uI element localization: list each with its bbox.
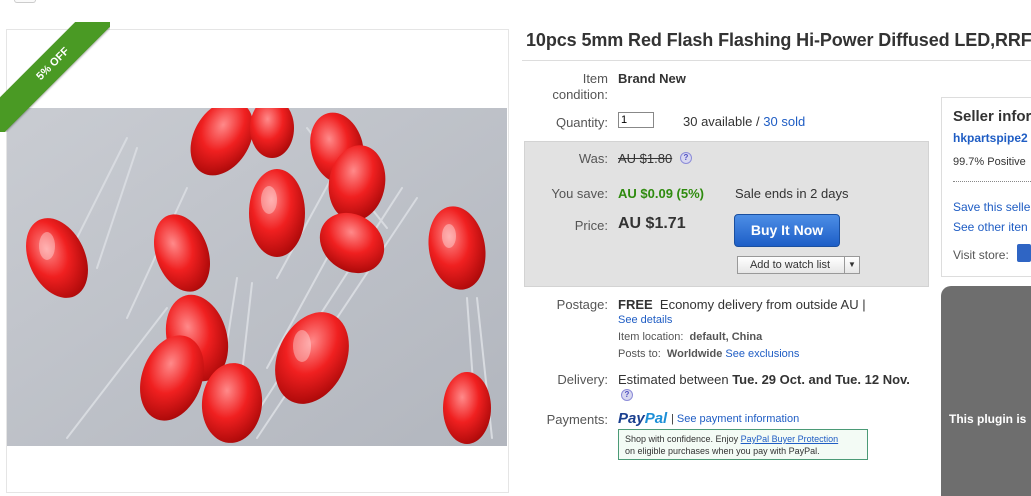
item-location: Item location: default, China [618, 331, 762, 343]
title-divider [522, 60, 1031, 61]
postage-value: FREE Economy delivery from outside AU | [618, 297, 866, 312]
quantity-input[interactable] [618, 112, 654, 128]
protection-line2: on eligible purchases when you pay with … [625, 446, 820, 456]
posts-to-label: Posts to: [618, 348, 661, 360]
delivery-dates: Tue. 29 Oct. and Tue. 12 Nov. [732, 372, 910, 387]
led-photo [7, 108, 507, 446]
save-seller-link[interactable]: Save this selle [953, 200, 1030, 214]
available-count: 30 available [683, 114, 753, 129]
quantity-label: Quantity: [555, 115, 608, 130]
postage-desc: Economy delivery from outside AU | [659, 297, 866, 312]
protection-prefix: Shop with confidence. Enjoy [625, 434, 739, 444]
condition-label-line2: condition: [552, 87, 608, 102]
condition-value: Brand New [618, 71, 686, 86]
availability-separator: / [756, 114, 760, 129]
payment-info: | See payment information [671, 413, 799, 425]
watch-list-label[interactable]: Add to watch list [738, 257, 842, 273]
watch-list-button[interactable]: Add to watch list ▼ [737, 256, 860, 274]
delivery-prefix: Estimated between [618, 372, 729, 387]
price-label: Price: [574, 218, 608, 233]
current-price: AU $1.71 [618, 215, 686, 232]
posts-to: Posts to: Worldwide See exclusions [618, 348, 799, 360]
postage-cost: FREE [618, 297, 653, 312]
delivery-help-icon[interactable]: ? [621, 389, 633, 401]
delivery-label: Delivery: [557, 372, 608, 387]
was-price: AU $1.80 [618, 151, 673, 166]
plugin-placeholder[interactable] [941, 286, 1031, 496]
discount-badge: 5% OFF [0, 22, 110, 132]
sale-ends-text: Sale ends in 2 days [735, 186, 849, 201]
buy-it-now-button[interactable]: Buy It Now [734, 214, 840, 247]
help-icon[interactable]: ? [680, 152, 692, 164]
see-details-link[interactable]: See details [618, 314, 672, 326]
store-icon[interactable] [1017, 244, 1031, 262]
postage-label: Postage: [556, 297, 608, 312]
was-label: Was: [578, 151, 608, 166]
quantity-availability: 30 available / 30 sold [683, 114, 805, 129]
payment-separator: | [671, 413, 674, 425]
product-image[interactable] [7, 108, 507, 446]
seller-feedback: 99.7% Positive [953, 156, 1026, 168]
top-tab [14, 0, 36, 3]
protection-line1: Shop with confidence. Enjoy PayPal Buyer… [619, 430, 867, 445]
buyer-protection-link[interactable]: PayPal Buyer Protection [741, 434, 839, 444]
you-save-value: AU $0.09 (5%) [618, 186, 704, 201]
discount-ribbon: 5% OFF [0, 22, 110, 132]
payments-label: Payments: [546, 412, 608, 427]
paypal-logo-part1: Pay [618, 410, 645, 427]
other-items-link[interactable]: See other iten [953, 220, 1028, 234]
see-exclusions-link[interactable]: See exclusions [725, 348, 799, 360]
visit-store-label: Visit store: [953, 248, 1009, 262]
listing-title: 10pcs 5mm Red Flash Flashing Hi-Power Di… [526, 30, 1031, 50]
condition-label-line1: Item [582, 71, 608, 86]
dropdown-arrow-icon[interactable]: ▼ [844, 257, 859, 273]
plugin-message: This plugin is [949, 412, 1027, 426]
paypal-logo: PayPal [618, 410, 667, 427]
posts-to-value: Worldwide [666, 348, 723, 360]
seller-divider [953, 181, 1031, 182]
paypal-logo-part2: Pal [644, 410, 668, 427]
payment-info-link[interactable]: See payment information [677, 413, 799, 425]
sold-link[interactable]: 30 sold [763, 114, 805, 129]
seller-heading: Seller infor [953, 108, 1031, 125]
seller-name-link[interactable]: hkpartspipe2 [953, 131, 1028, 145]
item-location-value: default, China [689, 331, 763, 343]
delivery-estimate: Estimated between Tue. 29 Oct. and Tue. … [618, 372, 910, 387]
you-save-label: You save: [551, 186, 608, 201]
buyer-protection-box: Shop with confidence. Enjoy PayPal Buyer… [618, 429, 868, 460]
item-location-label: Item location: [618, 331, 684, 343]
